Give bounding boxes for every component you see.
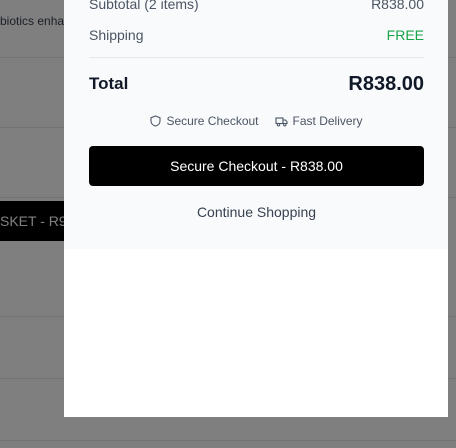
total-row: Total R838.00 xyxy=(89,71,424,97)
shipping-row: Shipping FREE xyxy=(89,25,424,45)
secure-checkout-badge-label: Secure Checkout xyxy=(166,114,259,128)
total-label: Total xyxy=(89,74,129,93)
subtotal-value: R838.00 xyxy=(371,0,424,12)
truck-icon xyxy=(274,116,288,127)
secure-checkout-badge: Secure Checkout xyxy=(150,114,259,128)
trust-badges: Secure Checkout Fast Delivery xyxy=(89,114,424,128)
fast-delivery-badge: Fast Delivery xyxy=(274,114,363,128)
secure-checkout-button[interactable]: Secure Checkout - R838.00 xyxy=(89,146,424,186)
shield-icon xyxy=(150,115,162,127)
shipping-label: Shipping xyxy=(89,27,144,43)
continue-shopping-link[interactable]: Continue Shopping xyxy=(89,204,424,220)
cart-drawer: Subtotal (2 items) R838.00 Shipping FREE… xyxy=(64,0,448,417)
total-value: R838.00 xyxy=(348,72,424,95)
fast-delivery-badge-label: Fast Delivery xyxy=(292,114,363,128)
summary-divider xyxy=(89,57,424,58)
drawer-empty-area xyxy=(64,249,448,417)
subtotal-label: Subtotal (2 items) xyxy=(89,0,199,12)
shipping-value: FREE xyxy=(386,27,424,43)
subtotal-row: Subtotal (2 items) R838.00 xyxy=(89,0,424,14)
order-summary: Subtotal (2 items) R838.00 Shipping FREE… xyxy=(64,0,448,249)
